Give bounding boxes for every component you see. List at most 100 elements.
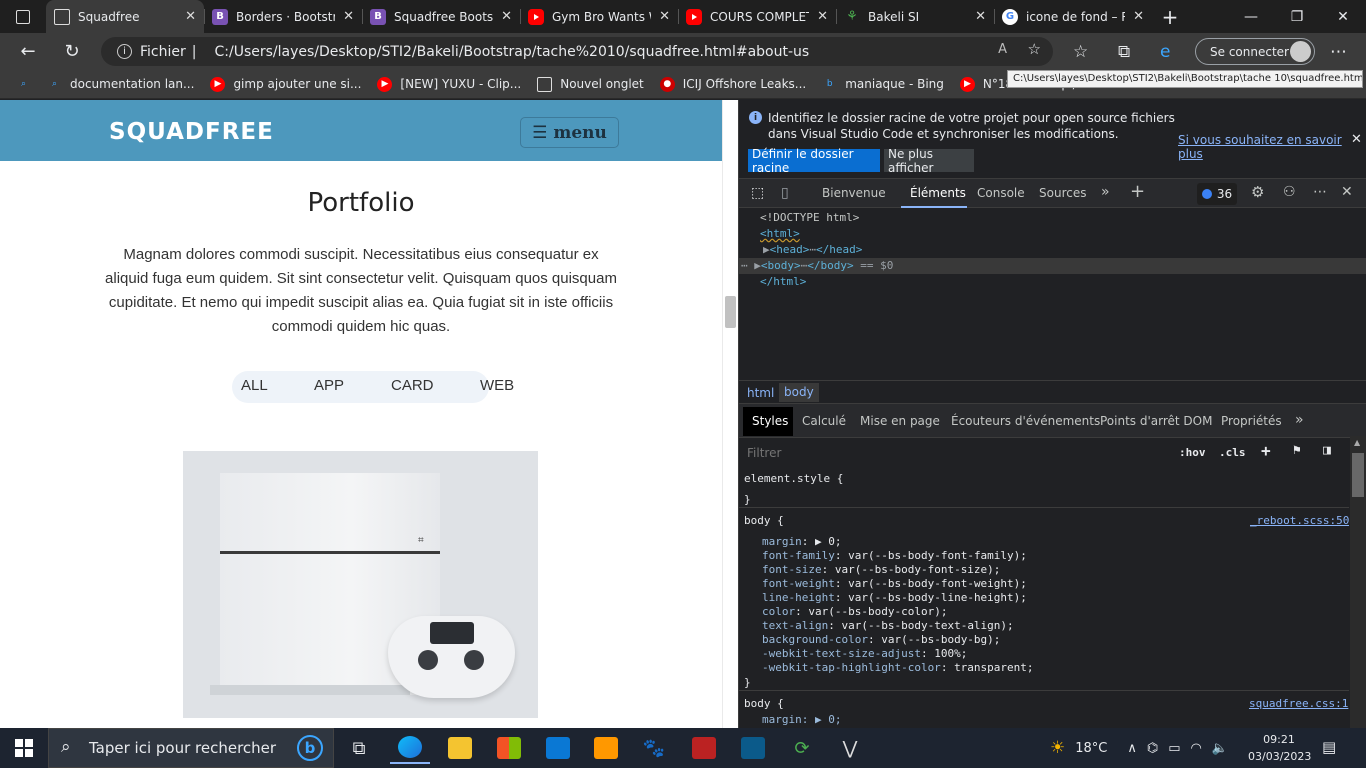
minimize-icon[interactable]: — — [1228, 0, 1274, 33]
dom-head-node[interactable]: ▶<head>⋯</head> — [739, 242, 1366, 258]
edge-icon[interactable] — [390, 732, 430, 764]
task-view-icon[interactable]: ⧉ — [339, 732, 379, 764]
rule-property[interactable]: -webkit-text-size-adjust: 100%; — [762, 647, 967, 661]
tab-squadfree[interactable]: Squadfree ✕ — [46, 0, 204, 33]
close-icon[interactable]: ✕ — [1133, 9, 1144, 24]
element-style-selector[interactable]: element.style { — [744, 472, 843, 486]
rule-property[interactable]: font-family: var(--bs-body-font-family); — [762, 549, 1027, 563]
filter-all[interactable]: ALL — [241, 377, 268, 394]
styles-filter-input[interactable] — [741, 442, 1165, 464]
sublime-icon[interactable] — [586, 732, 626, 764]
favorites-icon[interactable]: ☆ — [1073, 42, 1088, 62]
windows-start-icon[interactable] — [4, 732, 44, 764]
scrollbar-thumb[interactable] — [1352, 453, 1364, 497]
filter-card[interactable]: CARD — [391, 377, 434, 394]
rule-property[interactable]: font-weight: var(--bs-body-font-weight); — [762, 577, 1027, 591]
rule-source-link[interactable]: _reboot.scss:50 — [1250, 514, 1349, 528]
more-options-icon[interactable]: ⋯ — [1313, 184, 1327, 200]
rule-property[interactable]: font-size: var(--bs-body-font-size); — [762, 563, 1000, 577]
rule-property[interactable]: margin: ▶ 0; — [762, 535, 842, 549]
refresh-app-icon[interactable]: ⟳ — [782, 732, 822, 764]
close-icon[interactable]: ✕ — [343, 9, 354, 24]
menu-button[interactable]: ☰ menu — [520, 117, 619, 148]
bookmark-search[interactable]: ⌕ — [16, 77, 31, 92]
rule-selector[interactable]: body { — [744, 697, 784, 711]
notifications-icon[interactable]: ▤ — [1322, 738, 1336, 756]
subtab-computed[interactable]: Calculé — [802, 414, 846, 428]
class-toggle[interactable]: .cls — [1219, 446, 1246, 459]
collections-icon[interactable]: ⧉ — [1118, 42, 1130, 62]
dom-body-node[interactable]: ⋯ ▶<body>⋯</body> == $0 — [739, 258, 1366, 274]
mail-icon[interactable] — [538, 732, 578, 764]
info-icon[interactable]: i — [117, 44, 132, 59]
weather-icon[interactable]: ☀ — [1050, 738, 1065, 758]
set-root-folder-button[interactable]: Définir le dossier racine — [748, 147, 880, 175]
wifi-icon[interactable]: ◠ — [1191, 741, 1202, 756]
tab-console[interactable]: Console — [977, 186, 1025, 200]
more-icon[interactable]: ⋯ — [1330, 42, 1347, 62]
filter-web[interactable]: WEB — [480, 377, 514, 394]
tab-cours-complet[interactable]: COURS COMPLET ✕ — [678, 0, 836, 33]
bookmark-item[interactable]: Nouvel onglet — [537, 76, 644, 92]
volume-icon[interactable]: 🔈 — [1212, 741, 1228, 756]
tab-sources[interactable]: Sources — [1039, 186, 1086, 200]
tab-welcome[interactable]: Bienvenue — [822, 186, 886, 200]
scroll-up-icon[interactable]: ▲ — [1354, 438, 1360, 447]
tab-bakeli[interactable]: ⚘ Bakeli SI ✕ — [836, 0, 994, 33]
node-actions-icon[interactable]: ⋯ — [741, 259, 754, 272]
close-icon[interactable]: ✕ — [659, 9, 670, 24]
expand-arrow-icon[interactable]: ▶ — [754, 259, 761, 272]
portfolio-image[interactable]: ⌗ — [183, 451, 538, 718]
app-icon[interactable] — [684, 732, 724, 764]
store-icon[interactable] — [489, 732, 529, 764]
close-icon[interactable]: ✕ — [975, 9, 986, 24]
styles-scrollbar[interactable]: ▲ — [1350, 436, 1366, 728]
address-bar[interactable]: i Fichier | C:/Users/layes/Desktop/STI2/… — [101, 37, 1053, 66]
hover-state-toggle[interactable]: :hov — [1179, 446, 1206, 459]
tab-borders[interactable]: B Borders · Bootstra ✕ — [204, 0, 362, 33]
paint-icon[interactable]: ⚑ — [1293, 443, 1301, 458]
bookmark-item[interactable]: ⌕ documentation lan... — [47, 77, 194, 92]
rule-property[interactable]: line-height: var(--bs-body-line-height); — [762, 591, 1027, 605]
scrollbar-thumb[interactable] — [725, 296, 736, 328]
restore-icon[interactable]: ❐ — [1274, 0, 1320, 33]
file-explorer-icon[interactable] — [440, 732, 480, 764]
add-tab-icon[interactable]: + — [1130, 181, 1145, 202]
bing-icon[interactable]: b — [297, 735, 323, 761]
filter-app[interactable]: APP — [314, 377, 344, 394]
breadcrumb-html[interactable]: html — [747, 386, 774, 400]
bookmark-item[interactable]: b maniaque - Bing — [822, 77, 944, 92]
customize-icon[interactable]: ⚇ — [1283, 184, 1296, 200]
dom-html-node[interactable]: <html> — [739, 226, 1366, 242]
close-icon[interactable]: ✕ — [1351, 132, 1362, 147]
subtab-dom-breakpoints[interactable]: Points d'arrêt DOM — [1100, 414, 1212, 428]
window-close-icon[interactable]: ✕ — [1320, 0, 1366, 33]
rule-property[interactable]: text-align: var(--bs-body-text-align); — [762, 619, 1014, 633]
add-favorite-icon[interactable]: ☆ — [1028, 40, 1041, 58]
back-icon[interactable]: ← — [10, 33, 46, 70]
tab-actions-button[interactable] — [0, 0, 46, 33]
bookmark-item[interactable]: ▶ gimp ajouter une si... — [210, 76, 361, 92]
subtab-properties[interactable]: Propriétés — [1221, 414, 1282, 428]
learn-more-link[interactable]: Si vous souhaitez en savoir plus — [1178, 133, 1366, 161]
close-icon[interactable]: ✕ — [501, 9, 512, 24]
vscode-icon[interactable]: ⋁ — [830, 732, 870, 764]
close-icon[interactable]: ✕ — [817, 9, 828, 24]
tab-gym-bro[interactable]: Gym Bro Wants W ✕ — [520, 0, 678, 33]
dom-html-close[interactable]: </html> — [739, 274, 1366, 290]
more-tabs-icon[interactable]: » — [1101, 184, 1110, 200]
dom-doctype[interactable]: <!DOCTYPE html> — [739, 210, 1366, 226]
rule-property[interactable]: background-color: var(--bs-body-bg); — [762, 633, 1000, 647]
subtab-styles[interactable]: Styles — [752, 414, 788, 428]
rule-property[interactable]: color: var(--bs-body-color); — [762, 605, 947, 619]
bookmark-item[interactable]: ● ICIJ Offshore Leaks... — [659, 76, 806, 92]
rule-selector[interactable]: body { — [744, 514, 784, 528]
close-icon[interactable]: ✕ — [185, 9, 196, 24]
expand-arrow-icon[interactable]: ▶ — [763, 243, 770, 256]
site-brand[interactable]: SQUADFREE — [109, 119, 274, 145]
rule-property[interactable]: margin: ▶ 0; — [762, 713, 841, 727]
clock[interactable]: 09:21 03/03/2023 — [1248, 731, 1311, 765]
settings-gear-icon[interactable]: ⚙ — [1251, 183, 1264, 201]
read-aloud-icon[interactable]: A — [998, 42, 1007, 57]
rule-source-link[interactable]: squadfree.css:1 — [1249, 697, 1348, 711]
